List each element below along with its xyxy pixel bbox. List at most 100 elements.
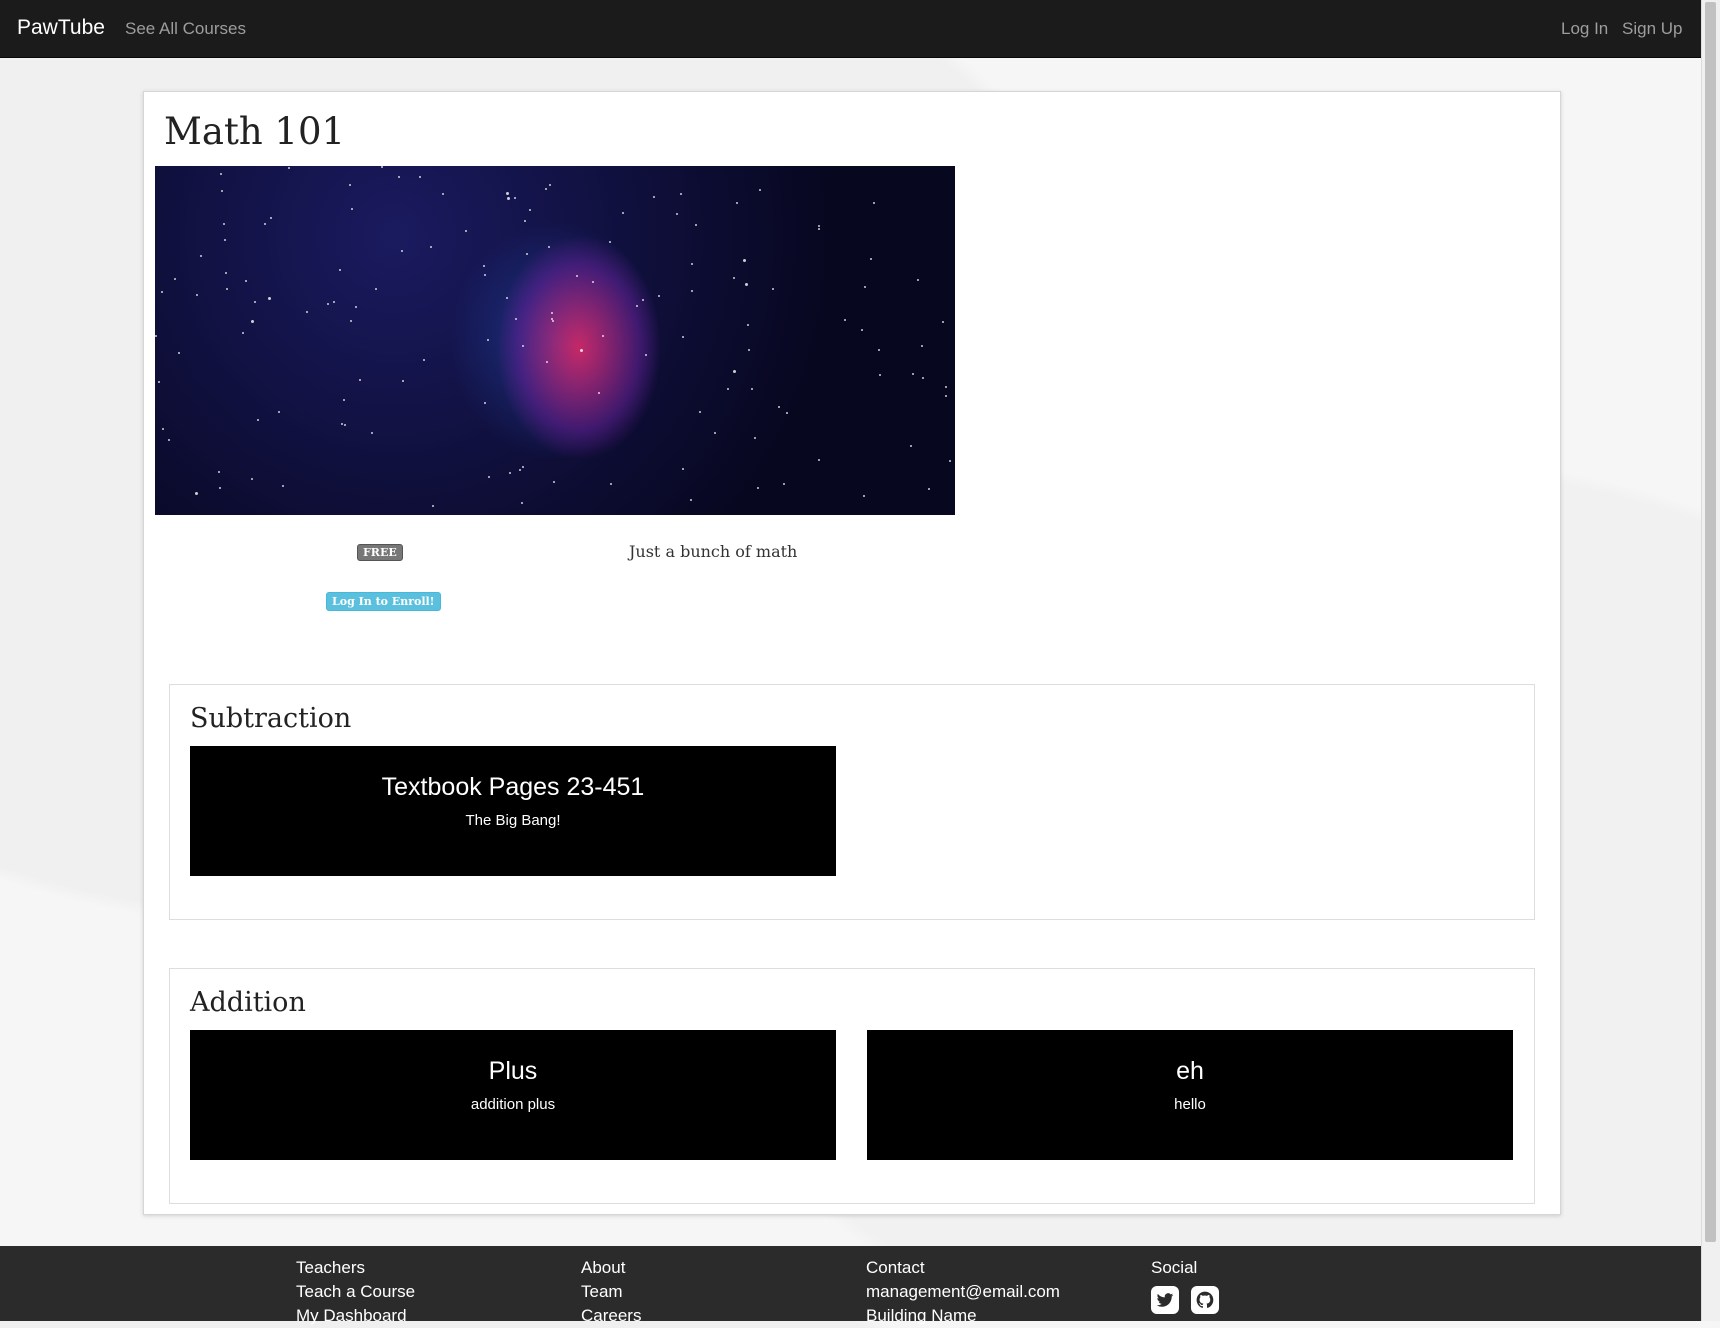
- star-dot: [340, 422, 343, 425]
- star-dot: [736, 201, 738, 204]
- scrollbar-thumb[interactable]: [1705, 2, 1716, 1242]
- lesson-card[interactable]: Plus addition plus: [190, 1030, 836, 1160]
- star-dot: [751, 388, 754, 391]
- star-dot: [525, 253, 528, 256]
- star-dot: [817, 227, 820, 230]
- star-dot: [267, 297, 271, 301]
- star-dot: [431, 505, 434, 508]
- footer-contact-address: Building Name: [866, 1306, 977, 1325]
- star-dot: [430, 246, 433, 249]
- star-dot: [155, 335, 158, 338]
- star-dot: [576, 275, 579, 278]
- star-dot: [278, 411, 281, 414]
- star-dot: [756, 486, 759, 489]
- footer-link-careers[interactable]: Careers: [581, 1304, 641, 1328]
- star-dot: [288, 167, 291, 170]
- star-dot: [161, 428, 164, 431]
- signup-link[interactable]: Sign Up: [1622, 19, 1682, 39]
- star-dot: [645, 353, 648, 356]
- star-dot: [549, 184, 552, 187]
- star-dot: [418, 175, 421, 178]
- section-addition: Addition Plus addition plus eh hello: [169, 968, 1535, 1204]
- login-link[interactable]: Log In: [1561, 19, 1608, 39]
- star-dot: [920, 344, 923, 347]
- see-all-courses-link[interactable]: See All Courses: [125, 19, 246, 39]
- footer-link-dashboard[interactable]: My Dashboard: [296, 1304, 415, 1328]
- star-dot: [675, 213, 678, 216]
- star-dot: [487, 476, 490, 479]
- star-dot: [783, 483, 786, 486]
- footer-link-team[interactable]: Team: [581, 1280, 641, 1304]
- star-dot: [160, 290, 163, 293]
- star-dot: [844, 319, 847, 322]
- star-dot: [691, 263, 694, 266]
- star-dot: [524, 220, 527, 223]
- star-dot: [771, 288, 774, 291]
- star-dot: [879, 373, 882, 376]
- star-dot: [225, 271, 228, 274]
- star-dot: [305, 311, 308, 314]
- star-dot: [220, 173, 223, 176]
- star-dot: [546, 360, 549, 363]
- star-dot: [196, 294, 199, 297]
- star-dot: [945, 394, 948, 397]
- star-dot: [465, 229, 468, 232]
- star-dot: [591, 280, 594, 283]
- star-dot: [157, 381, 160, 383]
- star-dot: [698, 411, 701, 414]
- star-dot: [370, 432, 373, 435]
- vertical-scrollbar[interactable]: [1701, 0, 1720, 1321]
- star-dot: [342, 399, 345, 402]
- price-badge: FREE: [357, 544, 403, 561]
- star-dot: [817, 224, 820, 227]
- star-dot: [401, 250, 404, 253]
- course-title: Math 101: [164, 110, 346, 153]
- star-dot: [785, 411, 788, 414]
- star-dot: [402, 379, 405, 382]
- lesson-title: Textbook Pages 23-451: [381, 773, 645, 801]
- star-dot: [602, 335, 605, 338]
- lesson-card[interactable]: eh hello: [867, 1030, 1513, 1160]
- star-dot: [256, 418, 259, 421]
- footer-link-teach-course[interactable]: Teach a Course: [296, 1280, 415, 1304]
- star-dot: [397, 176, 400, 179]
- star-dot: [349, 183, 352, 186]
- top-navbar: PawTube See All Courses Log In Sign Up: [0, 0, 1702, 58]
- footer-social-column: Social: [1151, 1256, 1227, 1317]
- footer-heading: Contact: [866, 1258, 925, 1277]
- footer-contact-column: Contact management@email.com Building Na…: [866, 1256, 1060, 1328]
- star-dot: [251, 320, 255, 324]
- star-dot: [759, 189, 762, 192]
- star-dot: [912, 372, 915, 375]
- star-dot: [870, 257, 873, 260]
- course-hero-image: [155, 166, 955, 515]
- lesson-title: Plus: [488, 1057, 538, 1085]
- footer-contact-email[interactable]: management@email.com: [866, 1280, 1060, 1304]
- star-dot: [641, 299, 644, 302]
- star-dot: [695, 224, 698, 227]
- star-dot: [519, 468, 522, 471]
- github-icon[interactable]: [1191, 1286, 1220, 1314]
- star-dot: [217, 470, 220, 473]
- login-to-enroll-button[interactable]: Log In to Enroll!: [326, 592, 441, 611]
- star-dot: [691, 289, 694, 292]
- star-dot: [727, 387, 730, 390]
- brand-logo-link[interactable]: PawTube: [17, 16, 105, 40]
- lesson-card[interactable]: Textbook Pages 23-451 The Big Bang!: [190, 746, 836, 876]
- star-dot: [862, 494, 865, 497]
- star-dot: [622, 211, 625, 214]
- star-dot: [746, 324, 749, 327]
- star-dot: [873, 202, 876, 205]
- twitter-icon[interactable]: [1151, 1286, 1179, 1314]
- star-dot: [269, 217, 272, 220]
- star-dot: [343, 423, 346, 426]
- star-dot: [522, 466, 525, 469]
- star-dot: [529, 209, 532, 212]
- star-dot: [338, 268, 341, 271]
- star-dot: [168, 438, 171, 441]
- star-dot: [743, 258, 747, 262]
- star-dot: [194, 491, 198, 495]
- star-dot: [282, 485, 285, 488]
- star-dot: [948, 460, 951, 463]
- star-dot: [658, 294, 661, 297]
